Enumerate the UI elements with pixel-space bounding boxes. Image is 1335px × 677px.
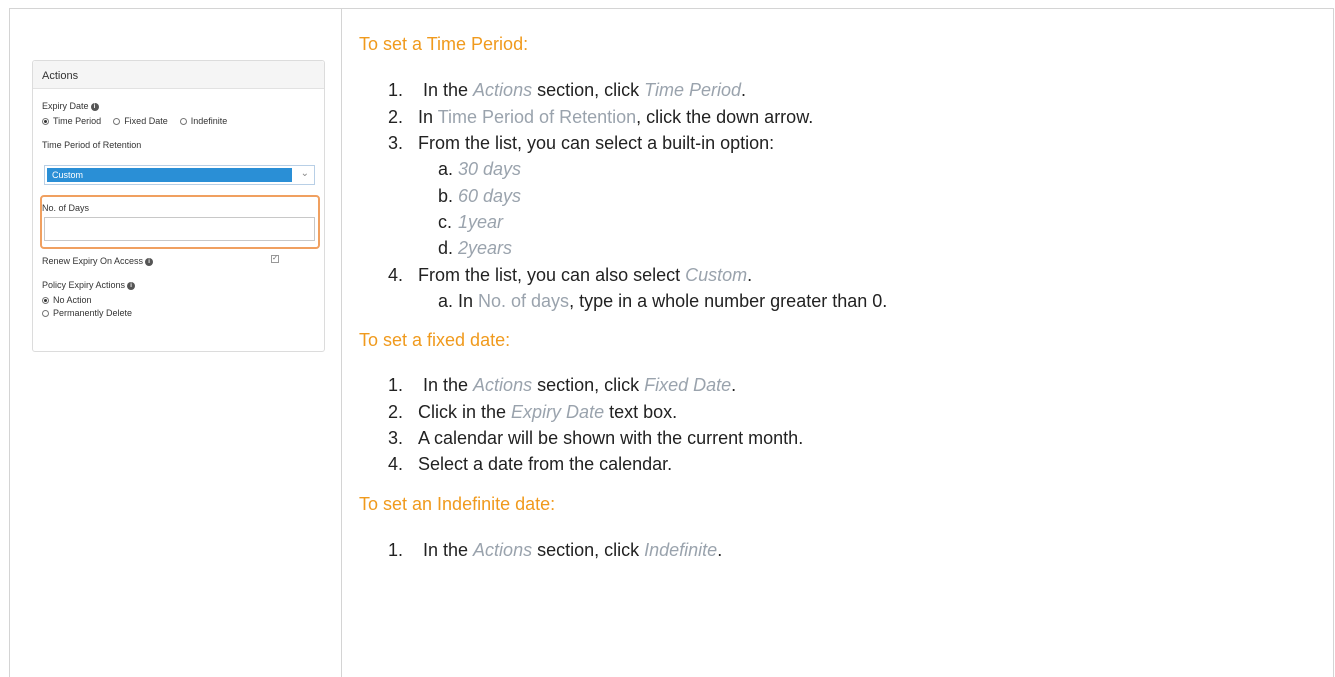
section-heading-fixed-date: To set a fixed date: [359,330,511,350]
radio-time-period[interactable] [42,117,49,125]
step-item: 1. In the Actions section, click Fixed D… [388,375,737,395]
step-item: 3. From the list, you can select a built-… [388,133,775,153]
step-item: 2. Click in the Expiry Date text box. [388,402,678,422]
section-heading-indefinite: To set an Indefinite date: [359,494,556,514]
info-icon: i [145,257,154,266]
days-input[interactable] [44,217,315,241]
policy-option-permanently-delete[interactable]: Permanently Delete [42,308,132,318]
step-item: 4. Select a date from the calendar. [388,454,673,474]
radio-fixed-date[interactable] [113,117,121,125]
renew-label: Renew Expiry On Access i [42,256,154,266]
step-item: 2. In Time Period of Retention, click the… [388,107,814,127]
substep-item: a. In No. of days, type in a whole number… [438,291,888,311]
info-icon: i [127,281,136,290]
substep-item: a. 30 days [438,159,522,179]
days-label: No. of Days [42,203,90,213]
chevron-down-icon[interactable]: ⌄ [301,168,309,179]
step-item: 4. From the list, you can also select Cus… [388,265,753,285]
retention-select[interactable]: Custom ⌄ [44,165,315,185]
expiry-radio-group: Time Period Fixed Date Indefinite [42,116,227,126]
info-icon: i [90,102,99,111]
section-heading-time-period: To set a Time Period: [359,34,529,54]
panel-title: Actions [33,61,324,89]
radio-permanently-delete[interactable] [42,309,49,317]
expiry-date-label: Expiry Date i [42,101,99,111]
renew-checkbox[interactable]: ✓ [271,255,279,263]
column-divider [341,8,342,677]
radio-no-action[interactable] [42,296,49,304]
retention-selected-option[interactable]: Custom [47,168,292,182]
substep-item: b. 60 days [438,186,522,206]
step-item: 1. In the Actions section, click Time Pe… [388,80,747,100]
substep-item: d. 2years [438,238,513,258]
policy-option-no-action[interactable]: No Action [42,295,92,305]
radio-indefinite[interactable] [179,117,187,125]
retention-label: Time Period of Retention [42,140,142,150]
policy-label: Policy Expiry Actions i [42,280,136,290]
actions-panel: Actions Expiry Date i Time Period Fixed D… [32,60,325,352]
substep-item: c. 1year [438,212,504,232]
step-item: 1. In the Actions section, click Indefin… [388,540,723,560]
step-item: 3. A calendar will be shown with the curr… [388,428,804,448]
